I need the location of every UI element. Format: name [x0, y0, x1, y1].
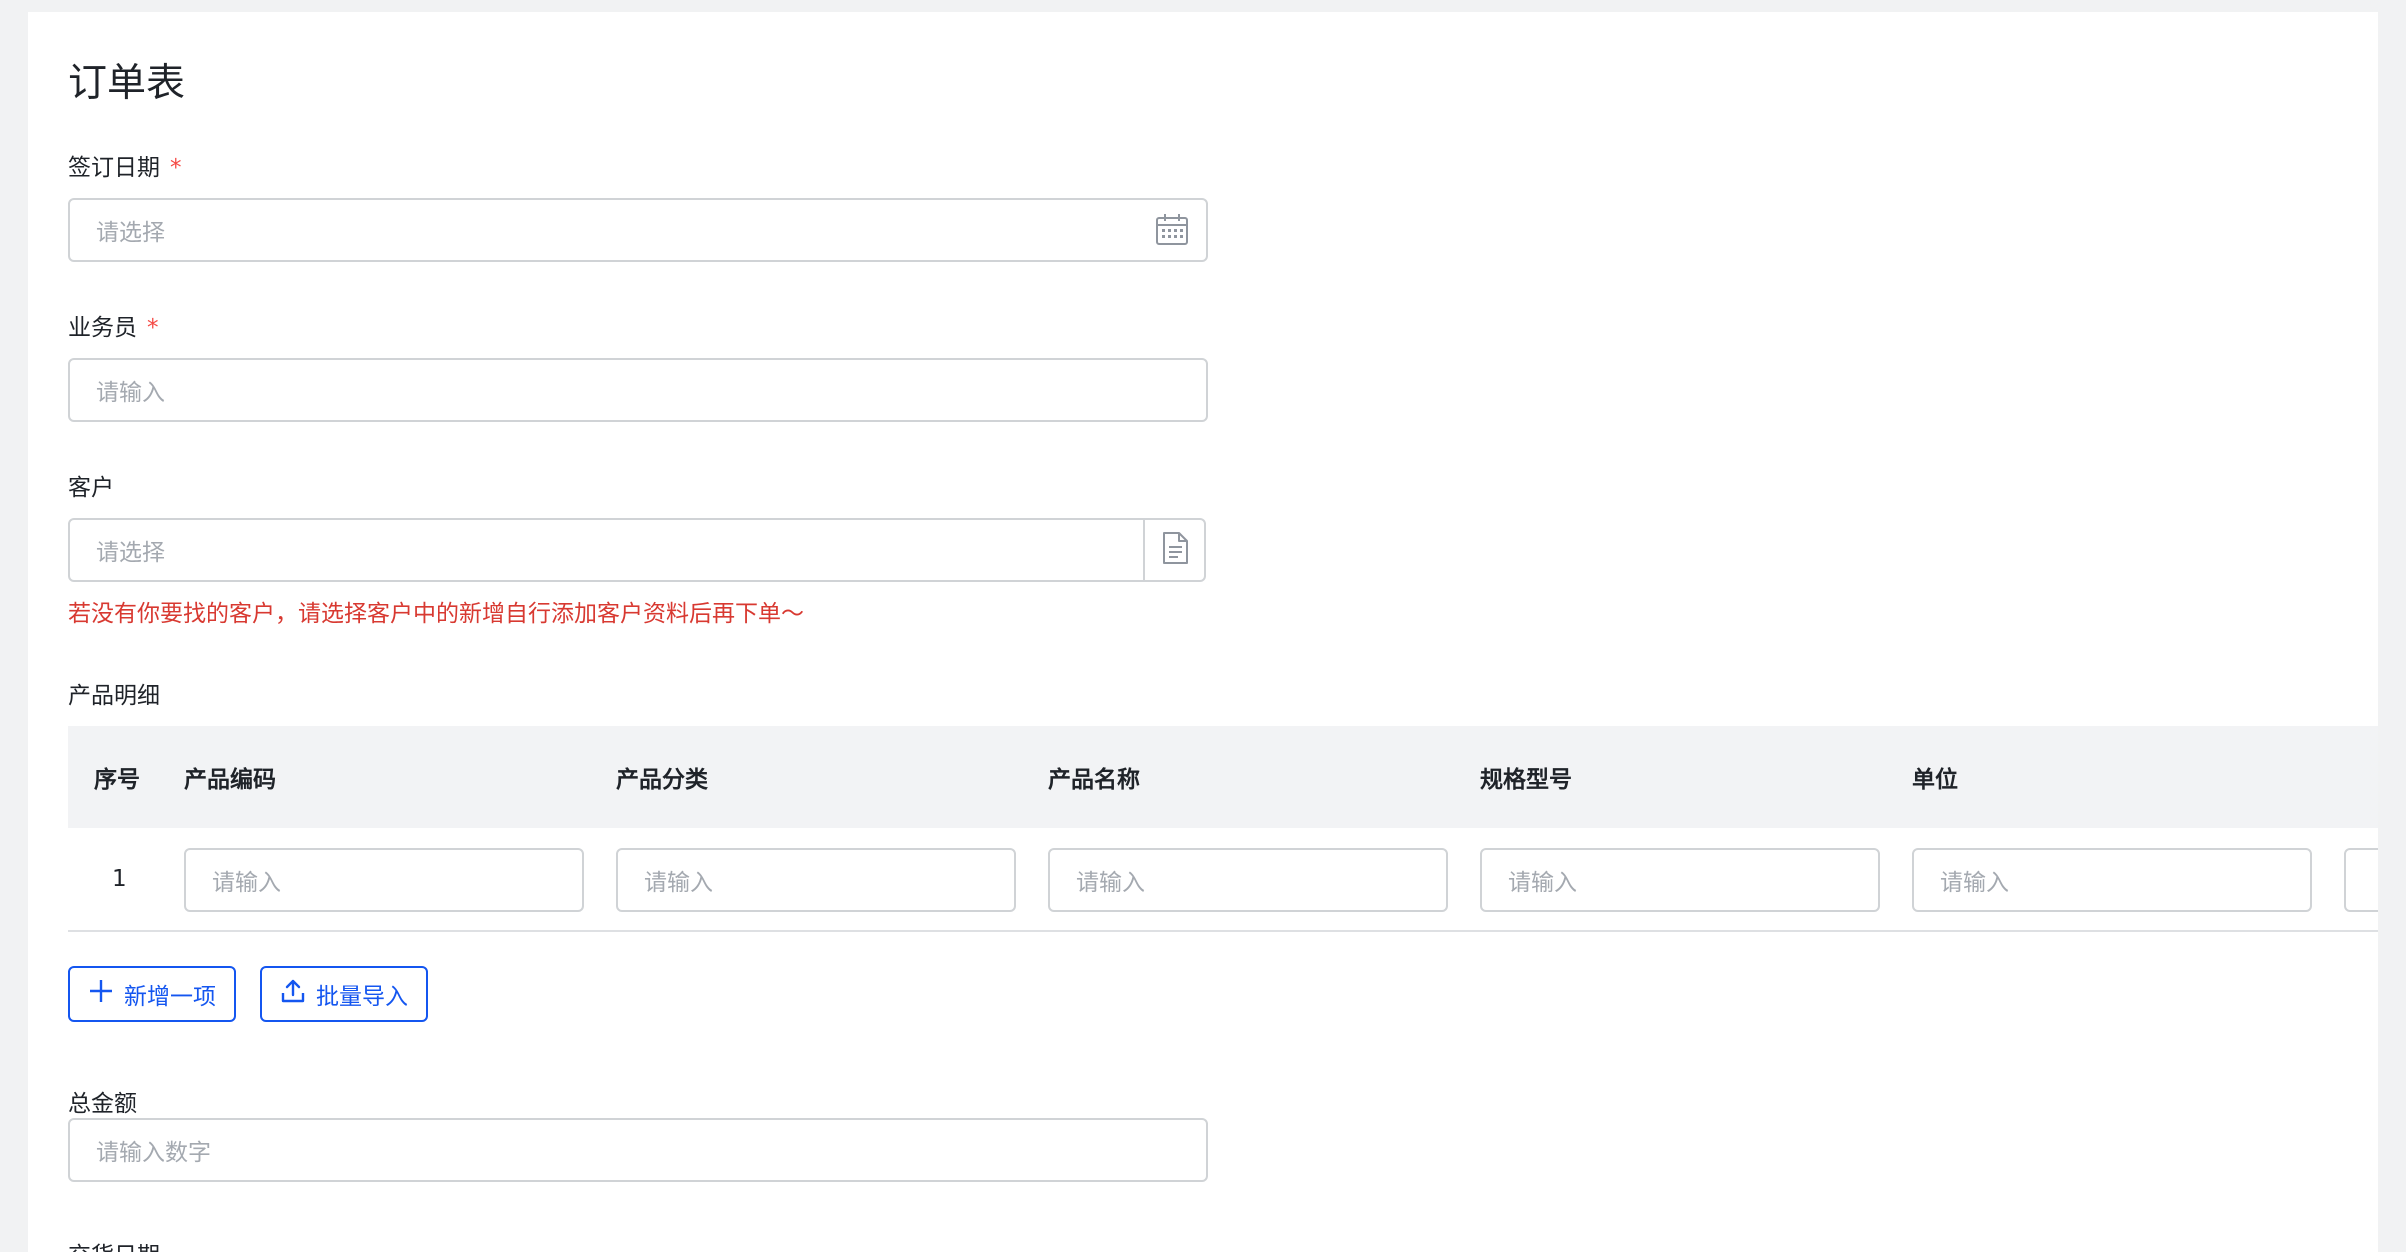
unit-input[interactable]: 请输入 — [1912, 848, 2312, 912]
next-column-input[interactable] — [2344, 848, 2378, 912]
row-index: 1 — [112, 866, 127, 892]
column-header-product-code: 产品编码 — [184, 767, 276, 793]
spec-model-input[interactable]: 请输入 — [1480, 848, 1880, 912]
column-header-index: 序号 — [94, 767, 140, 793]
calendar-icon[interactable] — [1154, 212, 1190, 248]
plus-icon — [88, 978, 124, 1010]
salesperson-label: 业务员 * — [68, 308, 159, 342]
delivery-date-label: 交货日期 — [68, 1236, 160, 1252]
sign-date-placeholder: 请选择 — [96, 220, 165, 246]
upload-icon — [280, 978, 316, 1010]
cell-placeholder: 请输入 — [644, 870, 713, 896]
total-amount-label: 总金额 — [68, 1091, 137, 1117]
customer-input[interactable]: 请选择 — [68, 518, 1145, 582]
customer-select: 请选择 — [68, 518, 1206, 582]
total-amount-input[interactable]: 请输入数字 — [68, 1118, 1208, 1182]
total-amount-placeholder: 请输入数字 — [96, 1140, 211, 1166]
batch-import-label: 批量导入 — [316, 984, 408, 1010]
sign-date-label: 签订日期 * — [68, 148, 182, 182]
customer-placeholder: 请选择 — [96, 540, 165, 566]
customer-hint: 若没有你要找的客户，请选择客户中的新增自行添加客户资料后再下单～ — [68, 601, 804, 627]
product-name-input[interactable]: 请输入 — [1048, 848, 1448, 912]
add-item-label: 新增一项 — [124, 984, 216, 1010]
column-header-product-category: 产品分类 — [616, 767, 708, 793]
form-title: 订单表 — [68, 61, 186, 106]
document-icon — [1160, 531, 1190, 569]
table-row: 1 请输入 请输入 请输入 请输入 请输入 — [68, 828, 2378, 932]
products-table-header: 序号 产品编码 产品分类 产品名称 规格型号 单位 — [68, 726, 2378, 828]
form-card: 订单表 签订日期 * 请选择 业务员 * 请输入 客户 请选择 若没有你要找的客… — [28, 12, 2378, 1252]
product-category-input[interactable]: 请输入 — [616, 848, 1016, 912]
product-code-input[interactable]: 请输入 — [184, 848, 584, 912]
required-mark: * — [147, 315, 159, 341]
cell-placeholder: 请输入 — [212, 870, 281, 896]
salesperson-input[interactable]: 请输入 — [68, 358, 1208, 422]
column-header-spec-model: 规格型号 — [1480, 767, 1572, 793]
salesperson-placeholder: 请输入 — [96, 380, 165, 406]
sign-date-label-text: 签订日期 — [68, 155, 160, 181]
cell-placeholder: 请输入 — [1076, 870, 1145, 896]
column-header-product-name: 产品名称 — [1048, 767, 1140, 793]
sign-date-picker[interactable]: 请选择 — [68, 198, 1208, 262]
add-item-button[interactable]: 新增一项 — [68, 966, 236, 1022]
salesperson-label-text: 业务员 — [68, 315, 137, 341]
cell-placeholder: 请输入 — [1508, 870, 1577, 896]
required-mark: * — [170, 155, 182, 181]
cell-placeholder: 请输入 — [1940, 870, 2009, 896]
column-header-unit: 单位 — [1912, 767, 1958, 793]
batch-import-button[interactable]: 批量导入 — [260, 966, 428, 1022]
customer-label: 客户 — [68, 475, 114, 501]
products-label: 产品明细 — [68, 683, 160, 709]
customer-picker-button[interactable] — [1143, 518, 1206, 582]
